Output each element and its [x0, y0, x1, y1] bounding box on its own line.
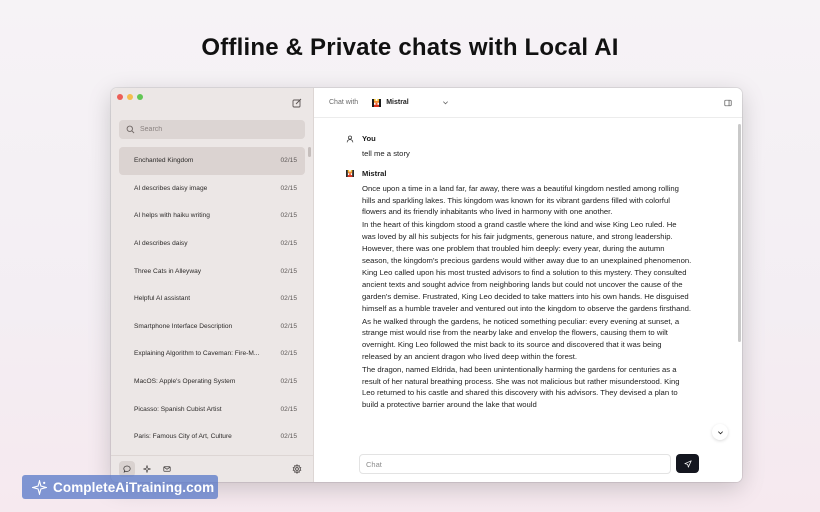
chat-composer[interactable] [359, 454, 671, 474]
thread-title: Three Cats in Alleyway [134, 267, 202, 275]
thread-title: AI describes daisy [134, 240, 188, 248]
thread-title: Paris: Famous City of Art, Culture [134, 433, 232, 441]
page-headline: Offline & Private chats with Local AI [201, 34, 619, 61]
thread-item[interactable]: MacOS: Apple's Operating System 02/15 [119, 368, 305, 396]
chat-input[interactable] [366, 459, 670, 469]
model-selector[interactable]: Mistral [372, 98, 449, 107]
thread-item[interactable]: Helpful AI assistant 02/15 [119, 285, 305, 313]
sparkle-icon [143, 465, 151, 473]
thread-date: 02/15 [280, 433, 297, 441]
thread-item[interactable]: Paris: Famous City of Art, Culture 02/15 [119, 423, 305, 451]
thread-date: 02/15 [280, 405, 297, 413]
assistant-paragraph: The dragon, named Eldrida, had been unin… [362, 364, 680, 410]
thread-title: Explaining Algorithm to Caveman: Fire-M.… [134, 350, 260, 358]
model-name: Mistral [386, 99, 409, 106]
thread-title: AI helps with haiku writing [134, 212, 210, 220]
window-controls [117, 94, 143, 100]
mistral-logo-icon [346, 169, 354, 177]
search-input[interactable] [140, 126, 290, 133]
thread-item[interactable]: Explaining Algorithm to Caveman: Fire-M.… [119, 340, 305, 368]
message-list: You tell me a story Mistral Once upon a … [346, 134, 692, 412]
search-box[interactable] [119, 120, 305, 139]
thread-date: 02/15 [280, 157, 297, 165]
thread-date: 02/15 [280, 322, 297, 330]
thread-item[interactable]: AI describes daisy 02/15 [119, 230, 305, 258]
sidebar-panel-icon[interactable] [724, 99, 732, 107]
thread-title: AI describes daisy image [134, 184, 208, 192]
watermark-text: CompleteAiTraining.com [53, 479, 215, 495]
chevron-down-icon [717, 430, 723, 434]
chevron-down-icon [442, 101, 448, 105]
watermark-banner: CompleteAiTraining.com [22, 475, 218, 499]
thread-title: Helpful AI assistant [134, 295, 191, 303]
user-message: You tell me a story [346, 134, 692, 160]
scroll-to-bottom-button[interactable] [712, 424, 728, 440]
thread-title: Enchanted Kingdom [134, 157, 194, 165]
thread-date: 02/15 [280, 212, 297, 220]
thread-item[interactable]: Enchanted Kingdom 02/15 [119, 147, 305, 175]
message-fade [314, 418, 742, 448]
thread-date: 02/15 [280, 378, 297, 386]
user-avatar [346, 135, 354, 143]
send-icon [683, 459, 692, 468]
app-window: Enchanted Kingdom02/15AI describes daisy… [111, 88, 742, 482]
sidebar: Enchanted Kingdom02/15AI describes daisy… [111, 88, 314, 482]
assistant-name: Mistral [362, 168, 387, 178]
zoom-window-button[interactable] [137, 94, 143, 100]
thread-item[interactable]: AI helps with haiku writing 02/15 [119, 202, 305, 230]
chat-scrollbar[interactable] [738, 124, 741, 342]
user-message-text: tell me a story [362, 149, 410, 158]
thread-date: 02/15 [280, 240, 297, 248]
thread-item[interactable]: AI describes daisy image 02/15 [119, 175, 305, 203]
chat-panel: Chat with Mistral You tell me a story Mi… [314, 88, 742, 482]
assistant-paragraph: King Leo called upon his most trusted ad… [362, 268, 692, 313]
thread-item[interactable]: Three Cats in Alleyway 02/15 [119, 257, 305, 285]
user-name: You [362, 134, 376, 143]
thread-date: 02/15 [280, 184, 297, 192]
user-icon [346, 135, 354, 142]
thread-title: Picasso: Spanish Cubist Artist [134, 405, 222, 413]
thread-date: 02/15 [280, 295, 297, 303]
thread-list: Enchanted Kingdom 02/15 AI describes daisy… [119, 147, 305, 451]
send-button[interactable] [676, 454, 699, 473]
assistant-avatar [346, 169, 354, 177]
thread-date: 02/15 [280, 350, 297, 358]
assistant-paragraph: In the heart of this kingdom stood a gra… [362, 220, 692, 265]
chat-bubble-icon [123, 465, 131, 473]
thread-item[interactable]: Smartphone Interface Description 02/15 [119, 313, 305, 341]
assistant-message-text: Once upon a time in a land far, far away… [362, 183, 692, 411]
thread-item[interactable]: Picasso: Spanish Cubist Artist 02/15 [119, 395, 305, 423]
thread-title: Smartphone Interface Description [134, 322, 233, 330]
gear-icon[interactable] [292, 464, 302, 474]
thread-title: MacOS: Apple's Operating System [134, 378, 236, 386]
chat-with-label: Chat with [329, 99, 359, 106]
compose-icon[interactable] [292, 98, 302, 108]
mistral-logo-icon [372, 98, 382, 107]
sidebar-scrollbar[interactable] [308, 147, 311, 157]
assistant-paragraph: As he walked through the gardens, he not… [362, 316, 680, 361]
sparkle-logo-icon [32, 479, 47, 495]
search-icon [126, 125, 135, 134]
assistant-message: Mistral Once upon a time in a land far, … [346, 168, 692, 411]
minimize-window-button[interactable] [127, 94, 133, 100]
chat-topbar: Chat with Mistral [314, 88, 742, 118]
assistant-paragraph: Once upon a time in a land far, far away… [362, 183, 679, 217]
close-window-button[interactable] [117, 94, 123, 100]
mail-icon [163, 466, 171, 472]
thread-date: 02/15 [280, 267, 297, 275]
